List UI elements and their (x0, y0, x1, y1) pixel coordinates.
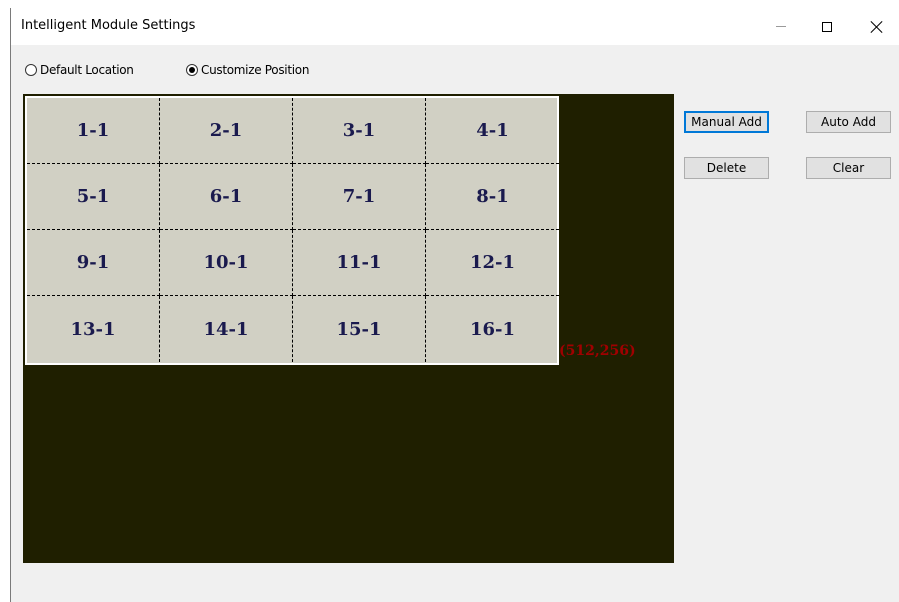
minimize-icon (776, 26, 786, 27)
module-cell[interactable]: 16-1 (426, 296, 559, 362)
radio-customize-circle[interactable] (186, 64, 198, 76)
module-cell[interactable]: 8-1 (426, 164, 559, 230)
module-cell[interactable]: 11-1 (293, 230, 426, 296)
module-cell[interactable]: 6-1 (160, 164, 293, 230)
module-cell[interactable]: 10-1 (160, 230, 293, 296)
module-cell[interactable]: 7-1 (293, 164, 426, 230)
minimize-button[interactable] (758, 8, 804, 45)
close-button[interactable] (854, 8, 899, 45)
module-cell[interactable]: 3-1 (293, 98, 426, 164)
maximize-button[interactable] (804, 8, 850, 45)
title-bar[interactable]: Intelligent Module Settings (11, 8, 899, 45)
module-cell[interactable]: 13-1 (27, 296, 160, 362)
delete-button[interactable]: Delete (684, 157, 769, 179)
radio-default-location[interactable]: Default Location (25, 62, 134, 78)
clear-button[interactable]: Clear (806, 157, 891, 179)
radio-customize-label: Customize Position (201, 63, 310, 77)
manual-add-button[interactable]: Manual Add (684, 111, 769, 133)
auto-add-button[interactable]: Auto Add (806, 111, 891, 133)
module-settings-window: Intelligent Module Settings Default Loca… (10, 8, 899, 602)
module-canvas[interactable]: 1-1 2-1 3-1 4-1 5-1 6-1 7-1 8-1 9-1 10-1 11-1 12-1 1… (23, 94, 674, 563)
radio-customize-position[interactable]: Customize Position (186, 62, 309, 78)
module-cell[interactable]: 5-1 (27, 164, 160, 230)
coordinate-label: (512,256) (559, 343, 636, 359)
close-icon (871, 21, 883, 33)
module-cell[interactable]: 9-1 (27, 230, 160, 296)
module-cell[interactable]: 12-1 (426, 230, 559, 296)
radio-default-circle[interactable] (25, 64, 37, 76)
window-title: Intelligent Module Settings (21, 18, 196, 33)
module-cell[interactable]: 14-1 (160, 296, 293, 362)
module-cell[interactable]: 2-1 (160, 98, 293, 164)
module-cell[interactable]: 4-1 (426, 98, 559, 164)
module-cell[interactable]: 15-1 (293, 296, 426, 362)
maximize-icon (822, 21, 832, 32)
radio-default-label: Default Location (40, 63, 134, 77)
module-grid: 1-1 2-1 3-1 4-1 5-1 6-1 7-1 8-1 9-1 10-1 11-1 12-1 1… (25, 96, 559, 365)
module-cell[interactable]: 1-1 (27, 98, 160, 164)
